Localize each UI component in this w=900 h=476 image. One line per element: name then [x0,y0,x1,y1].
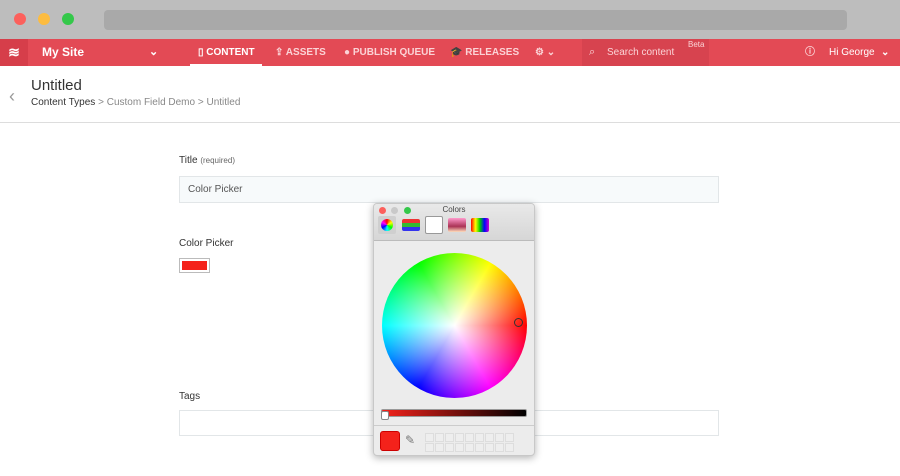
brightness-slider[interactable] [381,409,527,417]
page-header: ‹ Untitled Content Types > Custom Field … [0,66,900,123]
site-chevron-down-icon[interactable]: ⌄ [149,45,158,58]
tags-label: Tags [179,391,201,402]
globe-icon: ● [344,47,353,58]
palettes-tab-icon[interactable] [425,216,443,234]
search-icon: ⌕ [589,46,596,58]
nav-content-label: CONTENT [206,47,255,58]
required-note: (required) [200,156,235,165]
color-swatch-fill [182,261,207,270]
top-nav: ≋ My Site ⌄ ▯ CONTENT ⇪ ASSETS ● PUBLISH… [0,39,900,66]
gear-icon[interactable]: ⚙ ⌄ [535,39,555,66]
color-picker-label: Color Picker [179,238,234,249]
breadcrumb-content-types[interactable]: Content Types [31,97,95,108]
panel-title: Colors [442,205,466,214]
browser-chrome [0,0,900,39]
back-icon[interactable]: ‹ [9,86,15,107]
sliders-tab-icon[interactable] [402,219,420,231]
site-name[interactable]: My Site [42,45,84,59]
user-chevron-down-icon[interactable]: ⌄ [881,39,889,66]
minimize-window-button[interactable] [38,13,50,25]
page-title: Untitled [31,77,82,94]
colors-panel: Colors ✎ [373,203,535,456]
logo-icon[interactable]: ≋ [0,39,28,66]
color-wheel[interactable] [382,253,527,398]
breadcrumb: Content Types > Custom Field Demo > Unti… [31,97,241,108]
crayons-tab-icon[interactable] [471,218,489,232]
nav-publish-queue[interactable]: ● PUBLISH QUEUE [344,39,435,66]
close-window-button[interactable] [14,13,26,25]
color-wheel-cursor[interactable] [514,318,523,327]
color-swatch-button[interactable] [179,258,210,273]
beta-badge: Beta [688,40,705,49]
brightness-slider-handle[interactable] [381,411,389,420]
breadcrumb-current: Untitled [206,97,241,108]
title-label-text: Title [179,155,198,166]
upload-icon: ⇪ [275,47,286,58]
help-icon[interactable]: ⓘ [805,39,815,66]
nav-content[interactable]: ▯ CONTENT [190,39,262,66]
user-menu[interactable]: Hi George [829,39,875,66]
title-input[interactable]: Color Picker [179,176,719,203]
image-palette-tab-icon[interactable] [448,218,466,232]
nav-assets[interactable]: ⇪ ASSETS [275,39,326,66]
divider [374,425,534,426]
search-input[interactable]: ⌕ Search content Beta [582,39,709,66]
swatch-grid[interactable] [425,433,514,452]
nav-assets-label: ASSETS [285,47,326,58]
maximize-window-button[interactable] [62,13,74,25]
eyedropper-icon[interactable]: ✎ [405,433,415,447]
graduation-cap-icon: 🎓 [450,47,466,58]
address-bar[interactable] [104,10,847,30]
colors-panel-toolbar: Colors [374,204,534,241]
color-wheel-tab-icon[interactable] [378,216,396,234]
nav-releases-label: RELEASES [465,47,520,58]
nav-publish-label: PUBLISH QUEUE [352,47,436,58]
title-label: Title (required) [179,155,235,166]
breadcrumb-custom-field-demo[interactable]: Custom Field Demo [107,97,195,108]
search-placeholder: Search content [607,47,675,58]
selected-color-well[interactable] [380,431,400,451]
nav-releases[interactable]: 🎓 RELEASES [450,39,519,66]
